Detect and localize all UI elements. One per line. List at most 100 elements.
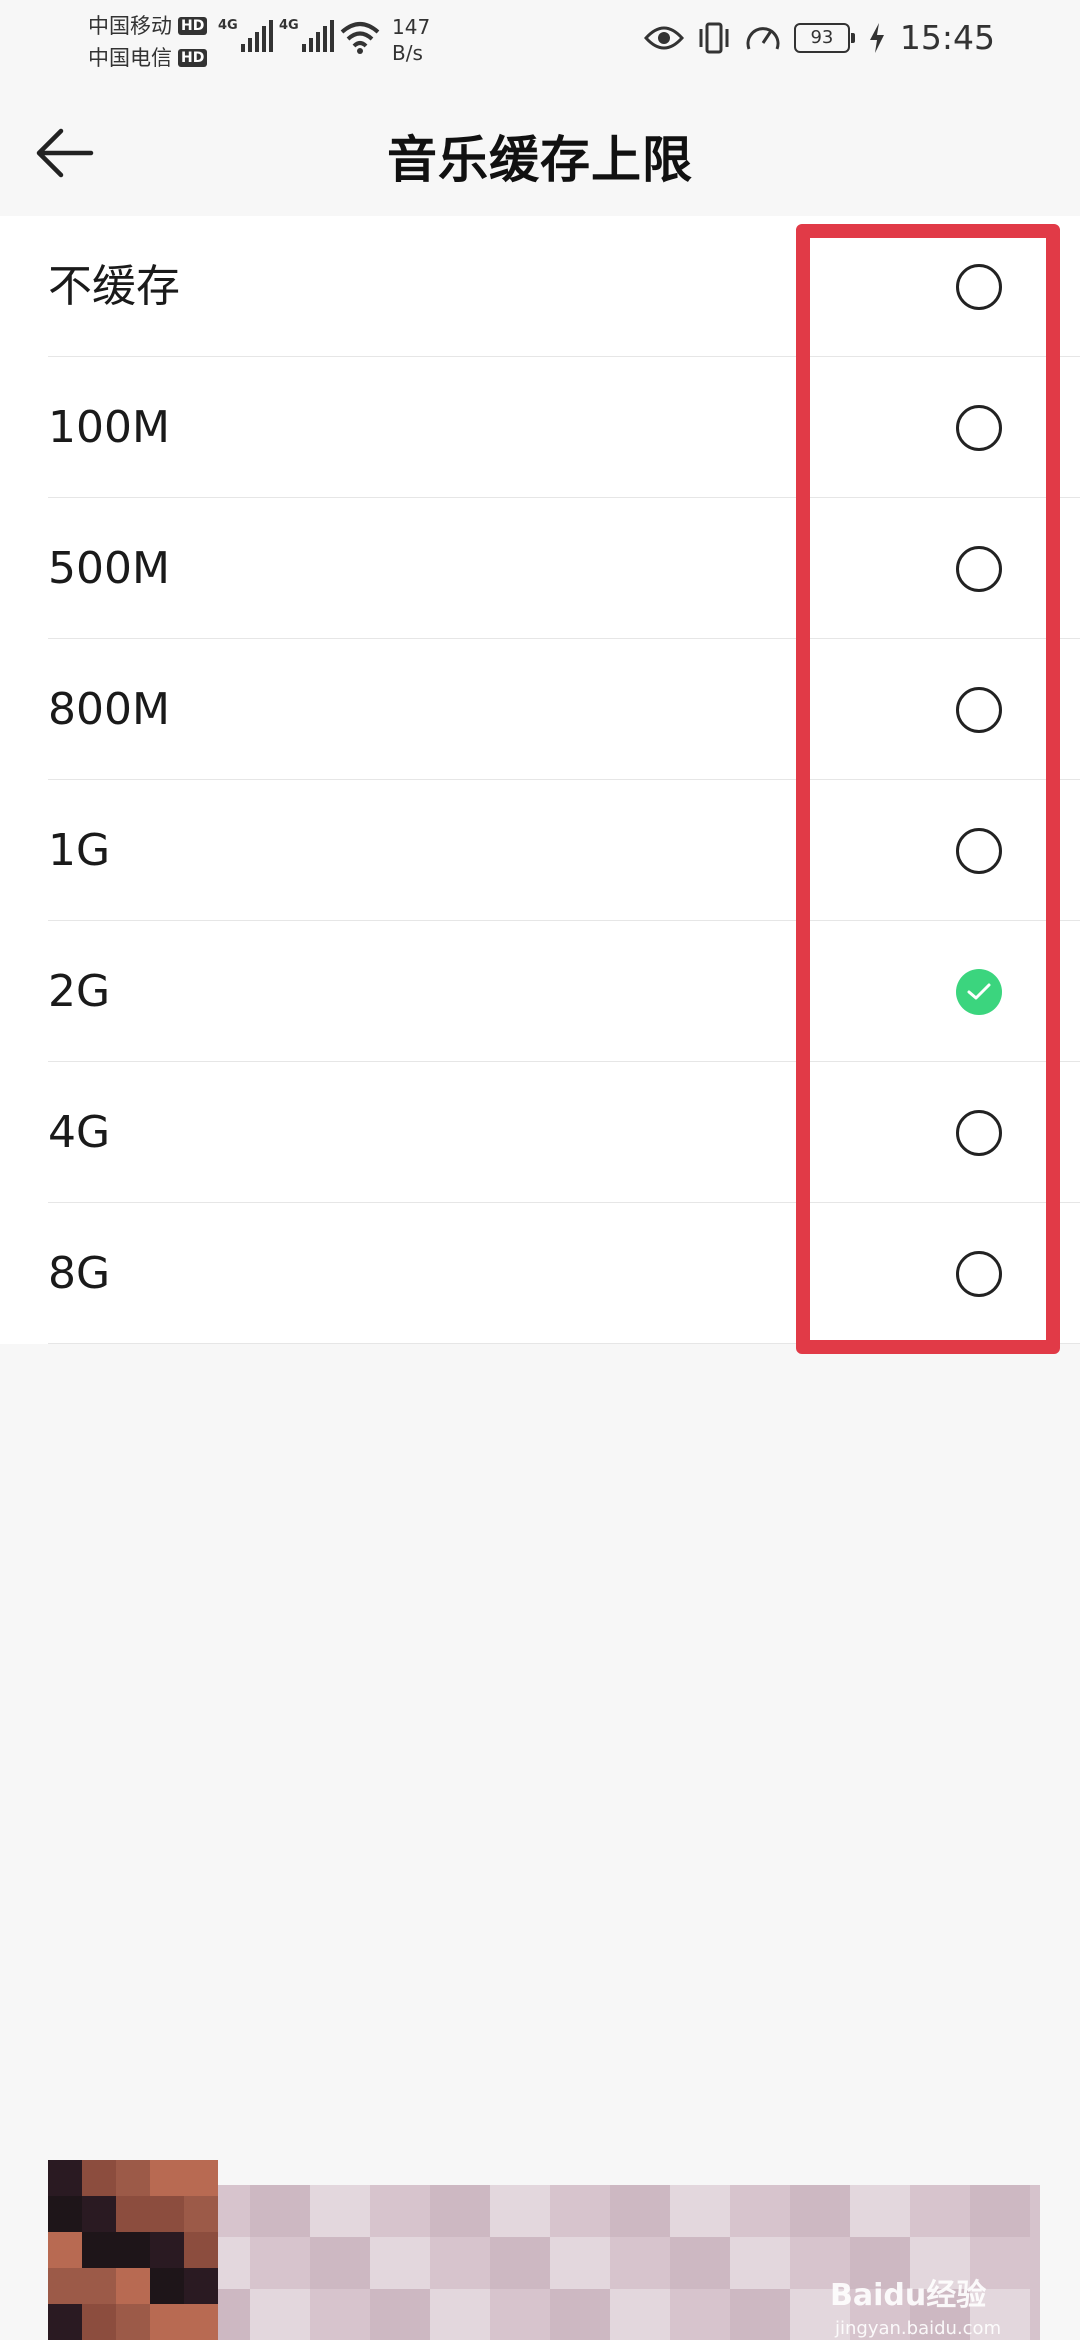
pixel-block [370, 2289, 430, 2340]
pixel-block [82, 2196, 116, 2232]
pixel-block [82, 2160, 116, 2196]
pixel-block [730, 2289, 790, 2340]
pixel-block [310, 2185, 370, 2237]
pixel-block [430, 2289, 490, 2340]
cache-option-row[interactable]: 500M [0, 498, 1080, 639]
cache-option-row[interactable]: 不缓存 [0, 216, 1080, 357]
pixel-block [610, 2237, 670, 2289]
album-cover[interactable] [48, 2160, 218, 2340]
wifi-icon [340, 22, 380, 54]
pixel-block [550, 2237, 610, 2289]
signal-2-icon: 4G [279, 18, 334, 52]
pixel-block [250, 2289, 310, 2340]
carrier-2-label: 中国电信 [88, 46, 172, 70]
radio-unchecked-icon[interactable] [956, 264, 1002, 310]
pixel-block [730, 2237, 790, 2289]
pixel-block [310, 2237, 370, 2289]
speed-unit: B/s [392, 41, 423, 65]
pixel-block [610, 2289, 670, 2340]
pixel-block [250, 2185, 310, 2237]
vibrate-icon [699, 22, 729, 53]
page-title: 音乐缓存上限 [387, 131, 693, 189]
cache-option-label: 500M [48, 543, 170, 594]
carrier-info: 中国移动 HD 中国电信 HD [88, 10, 208, 74]
pixel-block [370, 2237, 430, 2289]
carrier-1-label: 中国移动 [88, 14, 172, 38]
pixel-block [310, 2289, 370, 2340]
pixelated-track-info [190, 2185, 1040, 2340]
pixel-block [610, 2185, 670, 2237]
cache-option-row[interactable]: 100M [0, 357, 1080, 498]
baidu-watermark-url: jingyan.baidu.com [835, 2318, 1002, 2339]
cache-option-row[interactable]: 1G [0, 780, 1080, 921]
pixel-block [48, 2268, 82, 2304]
cache-option-row[interactable]: 4G [0, 1062, 1080, 1203]
pixel-block [730, 2185, 790, 2237]
pixel-block [490, 2237, 550, 2289]
pixel-block [82, 2304, 116, 2340]
speed-value: 147 [392, 15, 431, 39]
cache-option-row[interactable]: 2G [0, 921, 1080, 1062]
cache-option-label: 100M [48, 402, 170, 453]
pixel-block [850, 2185, 910, 2237]
app-header: 音乐缓存上限 [0, 80, 1080, 215]
pixel-block [550, 2185, 610, 2237]
network-type-2: 4G [279, 18, 299, 33]
pixel-block [150, 2232, 184, 2268]
pixel-block [116, 2268, 150, 2304]
pixel-block [430, 2185, 490, 2237]
network-type-1: 4G [218, 18, 238, 33]
cache-option-row[interactable]: 8G [0, 1203, 1080, 1344]
pixel-block [670, 2289, 730, 2340]
radio-checked-icon[interactable] [956, 969, 1002, 1015]
pixel-block [116, 2304, 150, 2340]
network-speed: 147 B/s [392, 14, 430, 66]
battery-icon: 93 [793, 22, 855, 53]
pixel-block [150, 2304, 184, 2340]
status-right-group: 93 15:45 [643, 18, 995, 57]
pixel-block [116, 2196, 150, 2232]
cache-option-label: 1G [48, 825, 111, 876]
pixel-block [184, 2304, 218, 2340]
hd-badge: HD [178, 49, 208, 67]
pixel-block [184, 2232, 218, 2268]
cache-option-label: 800M [48, 684, 170, 735]
cache-option-label: 8G [48, 1248, 111, 1299]
radio-unchecked-icon[interactable] [956, 405, 1002, 451]
pixel-block [250, 2237, 310, 2289]
pixel-block [184, 2268, 218, 2304]
baidu-watermark: Baidu经验 [830, 2278, 987, 2313]
radio-unchecked-icon[interactable] [956, 687, 1002, 733]
pixel-block [116, 2160, 150, 2196]
pixel-block [430, 2237, 490, 2289]
cache-option-label: 2G [48, 966, 111, 1017]
pixel-block [150, 2196, 184, 2232]
pixel-block [910, 2185, 970, 2237]
radio-unchecked-icon[interactable] [956, 1110, 1002, 1156]
cache-option-label: 4G [48, 1107, 111, 1158]
radio-unchecked-icon[interactable] [956, 546, 1002, 592]
pixel-block [48, 2304, 82, 2340]
radio-unchecked-icon[interactable] [956, 828, 1002, 874]
pixel-block [370, 2185, 430, 2237]
pixel-block [670, 2237, 730, 2289]
hd-badge: HD [178, 17, 208, 35]
cache-option-row[interactable]: 800M [0, 639, 1080, 780]
speedometer-icon [746, 26, 780, 50]
checkmark-icon [967, 983, 991, 1000]
pixel-block [48, 2196, 82, 2232]
charging-icon [869, 22, 884, 53]
signal-1-icon: 4G [218, 18, 273, 52]
mini-player-bar[interactable]: Baidu经验 jingyan.baidu.com [0, 2150, 1080, 2340]
clock-time: 15:45 [899, 18, 995, 57]
pixel-block [48, 2232, 82, 2268]
pixel-block [48, 2160, 82, 2196]
pixel-block [670, 2185, 730, 2237]
battery-level: 93 [810, 27, 834, 48]
pixel-block [184, 2196, 218, 2232]
pixel-block [970, 2185, 1030, 2237]
pixel-block [150, 2160, 184, 2196]
status-bar: 中国移动 HD 中国电信 HD 4G 4G 147 B/s 93 15:45 [0, 0, 1080, 80]
radio-unchecked-icon[interactable] [956, 1251, 1002, 1297]
pixel-block [490, 2289, 550, 2340]
